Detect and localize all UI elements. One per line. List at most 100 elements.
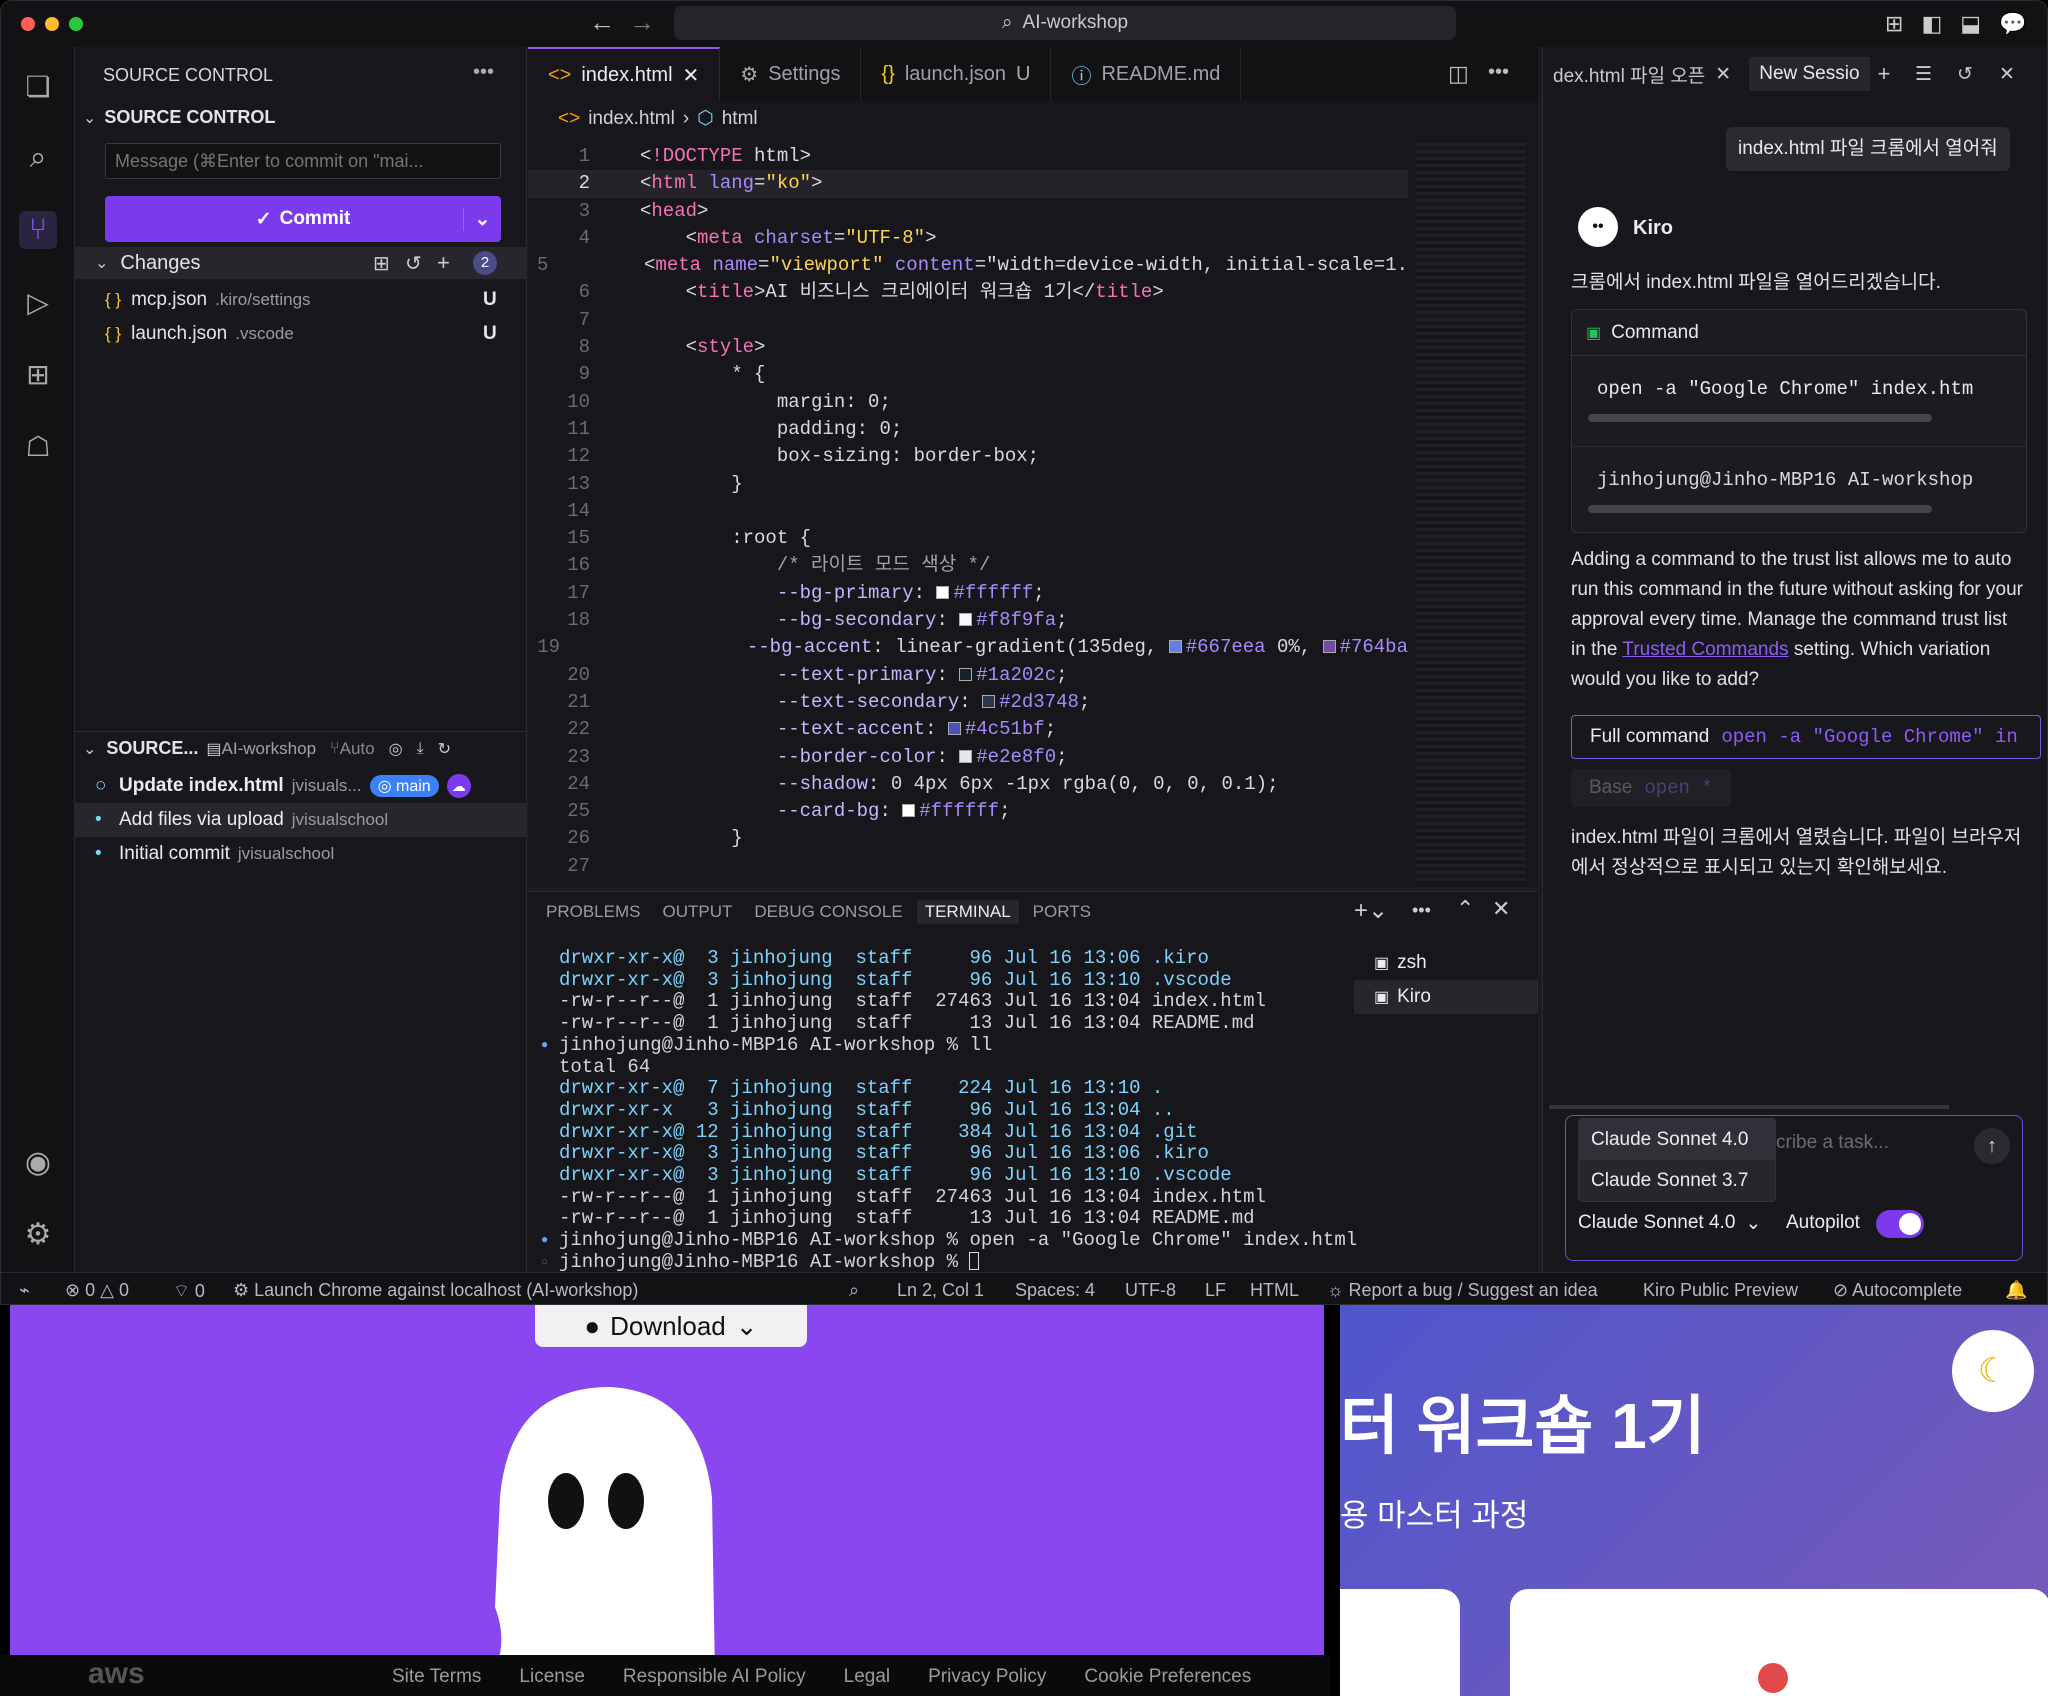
- footer-link[interactable]: Legal: [844, 1666, 891, 1688]
- panel-tab-problems[interactable]: PROBLEMS: [546, 902, 640, 922]
- breadcrumb-file[interactable]: index.html: [588, 108, 675, 130]
- chat-icon[interactable]: 💬: [1999, 11, 2026, 37]
- stage-all-icon[interactable]: +: [437, 250, 450, 276]
- footer-link[interactable]: Privacy Policy: [928, 1666, 1046, 1688]
- layout-icon[interactable]: ⊞: [1885, 11, 1903, 37]
- tab-2[interactable]: {} launch.json U: [861, 47, 1052, 101]
- cursor-position[interactable]: Ln 2, Col 1: [897, 1280, 984, 1301]
- color-swatch[interactable]: [959, 667, 973, 681]
- panel-tab-debug-console[interactable]: DEBUG CONSOLE: [754, 902, 902, 922]
- send-button[interactable]: ↑: [1974, 1128, 2010, 1164]
- kiro-ghost-icon[interactable]: ☖: [19, 427, 57, 465]
- color-swatch[interactable]: [947, 722, 961, 736]
- footer-link[interactable]: Responsible AI Policy: [623, 1666, 806, 1688]
- new-session-icon[interactable]: +: [1878, 61, 1891, 87]
- bell-icon[interactable]: 🔔: [2005, 1280, 2027, 1301]
- open-changes-icon[interactable]: ⊞: [373, 251, 390, 276]
- more-actions-icon[interactable]: •••: [473, 61, 494, 84]
- account-icon[interactable]: ◉: [19, 1143, 57, 1181]
- discard-icon[interactable]: ↺: [405, 251, 422, 276]
- toggle-panel-icon[interactable]: ⬓: [1960, 11, 1981, 37]
- panel-tab-ports[interactable]: PORTS: [1033, 902, 1091, 922]
- more-actions-icon[interactable]: •••: [1412, 900, 1431, 921]
- encoding[interactable]: UTF-8: [1125, 1280, 1176, 1301]
- ports-indicator[interactable]: ⌔ 0: [173, 1280, 205, 1303]
- chat-tab-2[interactable]: New Sessio: [1749, 57, 1870, 91]
- history-list-icon[interactable]: ☰: [1915, 63, 1932, 86]
- code-editor[interactable]: 1 <!DOCTYPE html> 2 <html lang="ko"> 3 <head>…: [528, 143, 1408, 887]
- close-window-button[interactable]: [21, 17, 35, 31]
- footer-link[interactable]: License: [519, 1666, 585, 1688]
- footer-link[interactable]: Site Terms: [392, 1666, 481, 1688]
- launch-config[interactable]: ⚙ Launch Chrome against localhost (AI-wo…: [233, 1280, 638, 1301]
- terminal-instance[interactable]: ▣ zsh: [1354, 946, 1538, 980]
- model-option[interactable]: Claude Sonnet 4.0: [1579, 1119, 1775, 1160]
- footer-link[interactable]: Cookie Preferences: [1084, 1666, 1251, 1688]
- report-bug-link[interactable]: ☼ Report a bug / Suggest an idea: [1327, 1280, 1598, 1301]
- forward-arrow-icon[interactable]: →: [629, 7, 655, 38]
- color-swatch[interactable]: [1168, 640, 1182, 654]
- panel-tab-output[interactable]: OUTPUT: [662, 902, 732, 922]
- changed-file-item[interactable]: { } mcp.json .kiro/settings U: [75, 283, 527, 317]
- commit-button[interactable]: ✓ Commit ⌄: [105, 196, 501, 242]
- new-terminal-icon[interactable]: +⌄: [1354, 896, 1388, 925]
- settings-gear-icon[interactable]: ⚙: [19, 1215, 57, 1253]
- commit-item[interactable]: ○ Update index.html jvisuals... ◎ main ☁: [75, 769, 527, 803]
- source-graph-header[interactable]: ⌄ SOURCE... ▤ AI-workshop ⑂ Auto ◎ ⤓ ↻: [75, 731, 527, 765]
- zoom-icon[interactable]: ⌕: [849, 1280, 859, 1301]
- model-selector[interactable]: Claude Sonnet 4.0 ⌄: [1578, 1212, 1761, 1235]
- problems-indicator[interactable]: ⊗ 0 △ 0: [65, 1280, 129, 1301]
- tab-1[interactable]: ⚙ Settings: [720, 47, 862, 101]
- color-swatch[interactable]: [959, 613, 973, 627]
- autocomplete-toggle[interactable]: ⊘ Autocomplete: [1833, 1280, 1962, 1301]
- search-icon[interactable]: ⌕: [19, 139, 57, 177]
- minimap[interactable]: [1416, 143, 1526, 883]
- chevron-down-icon[interactable]: ⌄: [83, 108, 96, 128]
- color-swatch[interactable]: [936, 585, 950, 599]
- tab-3[interactable]: ⓘ README.md: [1051, 47, 1242, 101]
- language-mode[interactable]: HTML: [1250, 1280, 1299, 1301]
- maximize-panel-icon[interactable]: ⌃: [1456, 896, 1474, 922]
- explorer-icon[interactable]: ❏: [19, 67, 57, 105]
- model-option[interactable]: Claude Sonnet 3.7: [1579, 1160, 1775, 1201]
- terminal-output[interactable]: drwxr-xr-x@ 3 jinhojung staff 96 Jul 16 …: [541, 947, 1359, 1273]
- terminal-instance[interactable]: ▣ Kiro: [1354, 980, 1538, 1014]
- chat-input-box[interactable]: cribe a task... ↑ Claude Sonnet 4.0 Clau…: [1565, 1115, 2023, 1261]
- close-tab-icon[interactable]: ✕: [683, 63, 700, 88]
- download-button[interactable]: ● Download ⌄: [535, 1305, 807, 1347]
- base-command-option[interactable]: Base open *: [1571, 769, 1731, 807]
- back-arrow-icon[interactable]: ←: [589, 7, 615, 38]
- full-command-option[interactable]: Full command open -a "Google Chrome" in: [1571, 715, 2041, 759]
- panel-tab-terminal[interactable]: TERMINAL: [916, 900, 1019, 924]
- maximize-window-button[interactable]: [69, 17, 83, 31]
- color-swatch[interactable]: [959, 749, 973, 763]
- fetch-icon[interactable]: ⤓: [417, 740, 424, 758]
- color-swatch[interactable]: [1322, 640, 1336, 654]
- color-swatch[interactable]: [982, 694, 996, 708]
- command-search-bar[interactable]: ⌕ AI-workshop: [674, 6, 1456, 40]
- color-swatch[interactable]: [902, 804, 916, 818]
- remote-icon[interactable]: ⌁: [19, 1280, 30, 1301]
- history-icon[interactable]: ↺: [1957, 63, 1973, 86]
- close-chat-icon[interactable]: ✕: [1999, 63, 2015, 86]
- public-preview[interactable]: Kiro Public Preview: [1643, 1280, 1798, 1301]
- toggle-sidebar-icon[interactable]: ◧: [1921, 11, 1942, 37]
- chat-tab-1[interactable]: dex.html 파일 오픈: [1553, 61, 1705, 88]
- commit-dropdown-icon[interactable]: ⌄: [463, 207, 501, 231]
- indent-setting[interactable]: Spaces: 4: [1015, 1280, 1095, 1301]
- tab-0[interactable]: <> index.html ✕: [528, 47, 721, 101]
- commit-item[interactable]: • Add files via upload jvisualschool: [75, 803, 527, 837]
- trusted-commands-link[interactable]: Trusted Commands: [1622, 639, 1788, 660]
- refresh-icon[interactable]: ↻: [438, 739, 451, 759]
- run-debug-icon[interactable]: ▷: [19, 283, 57, 321]
- theme-toggle-button[interactable]: ☾: [1952, 1330, 2034, 1412]
- changes-header[interactable]: ⌄ Changes ⊞ ↺ + 2: [75, 247, 527, 279]
- target-icon[interactable]: ◎: [389, 739, 403, 759]
- close-tab-icon[interactable]: ✕: [1715, 63, 1731, 86]
- breadcrumb-node[interactable]: html: [722, 108, 758, 130]
- autopilot-toggle[interactable]: [1876, 1210, 1924, 1238]
- source-control-icon[interactable]: ⑂: [19, 211, 57, 249]
- extensions-icon[interactable]: ⊞: [19, 355, 57, 393]
- split-editor-icon[interactable]: ◫: [1448, 61, 1469, 87]
- commit-message-input[interactable]: [105, 143, 501, 179]
